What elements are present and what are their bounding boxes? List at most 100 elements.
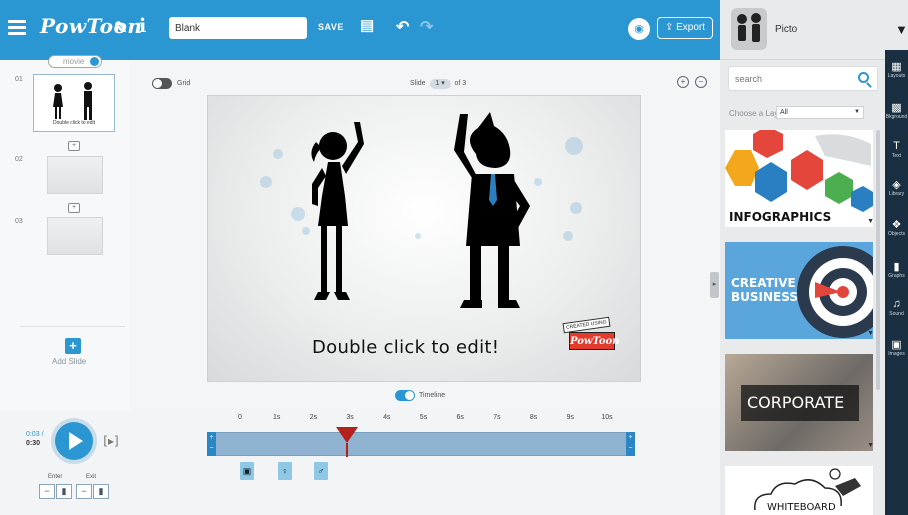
tool-text[interactable]: T Text <box>885 140 908 159</box>
grid-toggle[interactable] <box>152 78 172 89</box>
layout-card-creative-business[interactable]: CREATIVE BUSINESS ▼ <box>725 242 873 339</box>
timeline-right-handle[interactable]: + − <box>626 432 635 456</box>
zoom-out-icon[interactable]: − <box>695 76 707 88</box>
play-button-ring <box>51 418 97 464</box>
presentation-title-input[interactable] <box>169 17 307 39</box>
insert-slide-icon[interactable]: + <box>68 141 80 151</box>
search-input[interactable] <box>735 72 845 86</box>
slide-caption-text[interactable]: Double click to edit! <box>312 337 499 358</box>
redo-icon[interactable]: ↷ <box>420 17 433 37</box>
search-box <box>728 66 878 91</box>
layout-card-whiteboard[interactable]: WHITEBOARD <box>725 466 873 515</box>
user-panel: Picto ▼ <box>720 0 908 60</box>
playhead-marker[interactable] <box>336 427 358 443</box>
tool-graphs[interactable]: ▮ Graphs <box>885 260 908 279</box>
layout-card-title: INFOGRAPHICS <box>729 210 832 224</box>
slide-thumbnail-1[interactable]: Double click to edit <box>33 74 115 132</box>
timeline-tick-label: 3s <box>346 414 354 421</box>
playhead-line <box>346 443 348 457</box>
powtoon-editor: { "app": { "logo": "PowToon", "title_val… <box>0 0 908 515</box>
play-button[interactable] <box>55 422 93 460</box>
powtoon-watermark-badge: CREATED USING PowToon <box>562 316 619 356</box>
tool-images[interactable]: ▣ Images <box>885 338 908 357</box>
enter-effect-controls: − ▮ <box>39 484 73 499</box>
timeline-tick-label: 0 <box>238 414 242 421</box>
total-time: 0:30 <box>26 440 41 447</box>
avatar[interactable] <box>731 8 767 50</box>
layout-card-title: CREATIVE BUSINESS <box>731 276 798 304</box>
save-button[interactable]: SAVE <box>318 22 344 32</box>
document-icon[interactable]: ▤ <box>360 16 374 34</box>
tool-library[interactable]: ◈ Library <box>885 178 908 197</box>
user-name: Picto <box>775 24 798 35</box>
timeline-item-man-icon[interactable]: ♂ <box>314 462 328 480</box>
current-time: 0:03 / <box>26 431 44 438</box>
slide-thumb-caption: Double click to edit <box>53 120 95 126</box>
movie-mode-toggle[interactable]: movie <box>48 55 102 68</box>
preview-eye-icon[interactable]: ◉ <box>628 18 650 40</box>
enter-effect-icon[interactable]: ▮ <box>56 484 72 499</box>
add-slide-button[interactable]: + <box>65 338 81 354</box>
tool-bkground[interactable]: ▩ Bkground <box>885 101 908 120</box>
timeline-toggle[interactable] <box>395 390 415 401</box>
tool-objects[interactable]: ❖ Objects <box>885 218 908 237</box>
caret-down-icon[interactable]: ▼ <box>867 218 873 225</box>
info-icon[interactable]: i <box>139 15 146 37</box>
enter-minus-button[interactable]: − <box>39 484 55 499</box>
undo-icon[interactable]: ↶ <box>396 17 409 37</box>
layout-card-infographics[interactable]: INFOGRAPHICS ▼ <box>725 130 873 227</box>
caret-down-icon[interactable]: ▼ <box>867 330 873 337</box>
images-icon: ▣ <box>891 339 902 351</box>
timeline-tick-label: 1s <box>272 414 281 421</box>
layout-card-corporate[interactable]: CORPORATE ▼ <box>725 354 873 451</box>
caret-down-icon[interactable]: ▼ <box>867 442 873 449</box>
timeline-tick-label: 6s <box>456 414 464 421</box>
collapse-panel-icon[interactable]: ▸ <box>710 272 719 298</box>
timeline-tick-label: 5s <box>419 414 428 421</box>
objects-icon: ❖ <box>891 219 902 231</box>
sound-icon: ♫ <box>892 298 901 310</box>
add-slide-label[interactable]: Add Slide <box>52 357 86 366</box>
timeline-tick-label: 4s <box>383 414 391 421</box>
timeline-label: Timeline <box>419 392 446 399</box>
insert-slide-icon[interactable]: + <box>68 203 80 213</box>
avatar-figures-icon <box>737 13 761 42</box>
slide-thumbnail-2[interactable] <box>47 156 103 194</box>
wand-icon[interactable]: ✎ <box>114 18 127 38</box>
search-icon[interactable] <box>858 72 869 83</box>
layouts-scrollbar[interactable] <box>876 130 880 390</box>
timeline-tick-label: 7s <box>493 414 501 421</box>
slide-thumbnail-3[interactable] <box>47 217 103 255</box>
menu-icon[interactable] <box>8 20 26 36</box>
slide-number: 02 <box>15 156 23 163</box>
export-button[interactable]: ⇪ Export <box>657 17 713 39</box>
layouts-icon: ▦ <box>891 61 902 73</box>
slide-canvas[interactable]: Double click to edit! CREATED USING PowT… <box>207 95 641 382</box>
exit-minus-button[interactable]: − <box>76 484 92 499</box>
tool-sound[interactable]: ♫ Sound <box>885 298 908 317</box>
graphs-icon: ▮ <box>893 261 900 273</box>
timeline-item-image-icon[interactable]: ▣ <box>240 462 254 480</box>
exit-effect-icon[interactable]: ▮ <box>93 484 109 499</box>
time-readout: 0:03 / 0:30 <box>26 430 44 448</box>
layouts-panel: Choose a Layout All INFOGRAPHICS ▼ <box>720 60 885 515</box>
layout-card-title: CORPORATE <box>747 393 845 412</box>
timeline-left-handle[interactable]: + − <box>207 432 216 456</box>
layout-filter-select[interactable]: All <box>776 106 864 119</box>
grid-label: Grid <box>177 80 191 87</box>
zoom-in-icon[interactable]: + <box>677 76 689 88</box>
chevron-down-icon[interactable]: ▼ <box>895 22 908 37</box>
slide-select[interactable]: 1 ▾ <box>429 79 451 89</box>
badge-main-text: PowToon <box>569 332 619 350</box>
enter-label: Enter <box>48 474 63 480</box>
timeline-track[interactable]: + − + − <box>207 432 635 456</box>
timeline-tick-label: 9s <box>566 414 574 421</box>
timeline-item-woman-icon[interactable]: ♀ <box>278 462 292 480</box>
woman-figure <box>311 122 364 300</box>
library-icon: ◈ <box>892 179 901 191</box>
background-icon: ▩ <box>891 102 902 114</box>
man-figure <box>454 112 530 308</box>
step-forward-icon[interactable]: [▸] <box>99 431 123 451</box>
layout-card-title: WHITEBOARD <box>767 502 836 513</box>
tool-layouts[interactable]: ▦ Layouts <box>885 60 908 79</box>
